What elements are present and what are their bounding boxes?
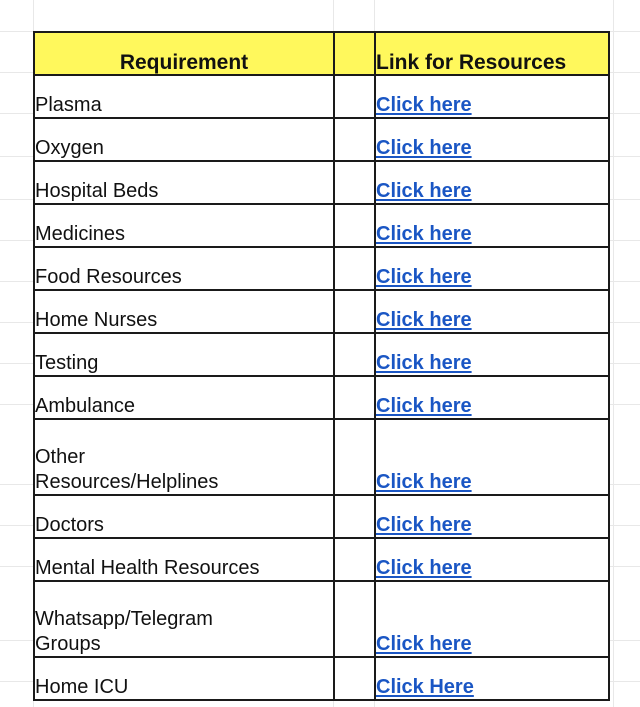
click-here-link[interactable]: Click here: [376, 136, 472, 160]
spacer-cell: [333, 656, 376, 701]
requirement-cell: Plasma: [33, 74, 335, 119]
requirement-cell: Oxygen: [33, 117, 335, 162]
table-row: Medicines Click here: [33, 203, 610, 248]
link-cell: Click here: [374, 332, 610, 377]
spacer-cell: [333, 160, 376, 205]
table-row: Oxygen Click here: [33, 117, 610, 162]
column-header-requirement: Requirement: [33, 31, 335, 76]
table-row: Mental Health Resources Click here: [33, 537, 610, 582]
link-cell: Click here: [374, 74, 610, 119]
link-cell: Click here: [374, 289, 610, 334]
table-row: Hospital Beds Click here: [33, 160, 610, 205]
spacer-cell: [333, 494, 376, 539]
requirement-cell: Home Nurses: [33, 289, 335, 334]
click-here-link[interactable]: Click here: [376, 394, 472, 418]
click-here-link[interactable]: Click here: [376, 351, 472, 375]
click-here-link[interactable]: Click here: [376, 179, 472, 203]
requirement-cell: Other Resources/Helplines: [33, 418, 335, 496]
requirement-cell: Home ICU: [33, 656, 335, 701]
link-cell: Click here: [374, 117, 610, 162]
table-row: Other Resources/Helplines Click here: [33, 418, 610, 496]
link-cell: Click here: [374, 580, 610, 658]
requirement-cell: Whatsapp/Telegram Groups: [33, 580, 335, 658]
requirement-cell: Testing: [33, 332, 335, 377]
spacer-cell: [333, 580, 376, 658]
spacer-cell: [333, 289, 376, 334]
link-cell: Click here: [374, 375, 610, 420]
table-row: Plasma Click here: [33, 74, 610, 119]
click-here-link[interactable]: Click here: [376, 222, 472, 246]
requirement-cell: Ambulance: [33, 375, 335, 420]
requirement-cell: Food Resources: [33, 246, 335, 291]
spacer-cell: [333, 203, 376, 248]
spacer-cell: [333, 418, 376, 496]
spacer-cell: [333, 537, 376, 582]
spacer-cell: [333, 246, 376, 291]
click-here-link[interactable]: Click here: [376, 470, 472, 494]
resources-table-wrapper: Requirement Link for Resources Plasma Cli…: [33, 31, 610, 701]
link-cell: Click here: [374, 203, 610, 248]
link-cell: Click here: [374, 537, 610, 582]
requirement-cell: Hospital Beds: [33, 160, 335, 205]
table-header: Requirement Link for Resources: [33, 31, 610, 76]
table-row: Home Nurses Click here: [33, 289, 610, 334]
table-row: Doctors Click here: [33, 494, 610, 539]
click-here-link[interactable]: Click here: [376, 556, 472, 580]
requirement-cell: Mental Health Resources: [33, 537, 335, 582]
spacer-cell: [333, 332, 376, 377]
column-header-spacer: [333, 31, 376, 76]
link-cell: Click here: [374, 418, 610, 496]
resources-table: Requirement Link for Resources Plasma Cli…: [33, 31, 610, 701]
link-cell: Click here: [374, 494, 610, 539]
link-cell: Click Here: [374, 656, 610, 701]
link-cell: Click here: [374, 160, 610, 205]
gridline-vertical: [613, 0, 614, 707]
click-here-link[interactable]: Click here: [376, 308, 472, 332]
click-here-link[interactable]: Click here: [376, 632, 472, 656]
table-row: Testing Click here: [33, 332, 610, 377]
table-body: Plasma Click here Oxygen Click here Hospital…: [33, 74, 610, 701]
click-here-link[interactable]: Click Here: [376, 675, 474, 699]
table-row: Home ICU Click Here: [33, 656, 610, 701]
table-row: Whatsapp/Telegram Groups Click here: [33, 580, 610, 658]
spacer-cell: [333, 375, 376, 420]
requirement-cell: Doctors: [33, 494, 335, 539]
click-here-link[interactable]: Click here: [376, 265, 472, 289]
table-header-row: Requirement Link for Resources: [33, 31, 610, 76]
requirement-cell: Medicines: [33, 203, 335, 248]
table-row: Ambulance Click here: [33, 375, 610, 420]
click-here-link[interactable]: Click here: [376, 513, 472, 537]
link-cell: Click here: [374, 246, 610, 291]
column-header-link: Link for Resources: [374, 31, 610, 76]
click-here-link[interactable]: Click here: [376, 93, 472, 117]
spacer-cell: [333, 74, 376, 119]
table-row: Food Resources Click here: [33, 246, 610, 291]
spreadsheet-canvas: Requirement Link for Resources Plasma Cli…: [0, 0, 640, 707]
spacer-cell: [333, 117, 376, 162]
